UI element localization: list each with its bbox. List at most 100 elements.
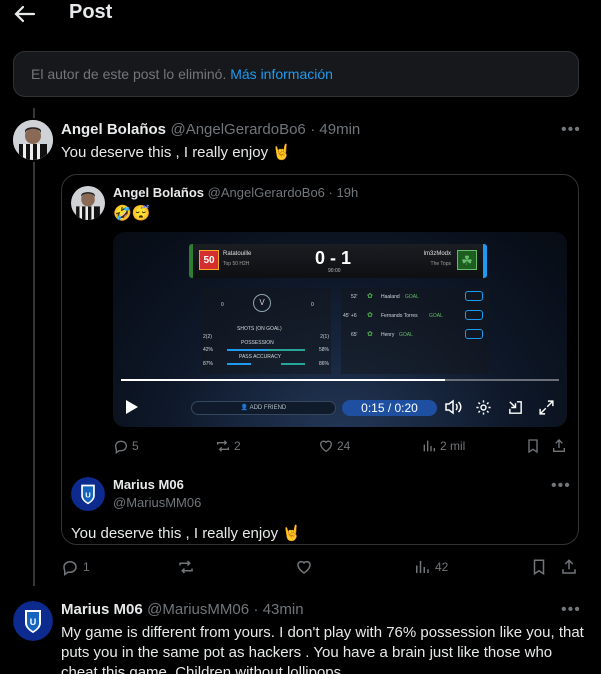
match-time: 90:00 xyxy=(328,268,341,274)
embedded-avatar[interactable]: U xyxy=(71,477,105,511)
goal-tag: GOAL xyxy=(429,313,443,319)
possession-away: 58% xyxy=(318,347,329,353)
home-team: Ratatouille xyxy=(223,251,252,257)
stats-label-possession: POSSESSION xyxy=(241,340,274,346)
svg-text:U: U xyxy=(30,617,37,627)
goal-minute: 52' xyxy=(351,294,358,300)
goal-player: Henry xyxy=(381,332,395,338)
bookmark-icon[interactable] xyxy=(525,438,541,454)
volume-icon[interactable] xyxy=(444,399,462,415)
pass-away: 86% xyxy=(318,361,329,367)
post-text: You deserve this , I really enjoy 🤘 xyxy=(61,144,291,161)
goal-player: Haaland xyxy=(381,294,400,300)
bottom-post-header: Marius M06 @MariusMM06 · 43min xyxy=(61,601,304,619)
bottom-author-handle[interactable]: @MariusMM06 xyxy=(147,601,249,618)
reply-count: 5 xyxy=(132,439,139,453)
reply-action-bar: 1 42 xyxy=(61,558,579,576)
embedded-more-options-icon[interactable]: ••• xyxy=(551,477,571,495)
video-progress-fill xyxy=(121,379,446,381)
quoted-author-handle[interactable]: @AngelGerardoBo6 xyxy=(208,185,325,200)
quoted-emojis: 🤣😴 xyxy=(113,205,151,222)
quoted-action-bar: 5 2 24 2 mil xyxy=(113,438,568,456)
clover-icon: ✿ xyxy=(367,312,373,319)
quoted-post-time[interactable]: · 19h xyxy=(329,185,359,200)
quoted-author-name[interactable]: Angel Bolaños xyxy=(113,185,204,200)
quoted-avatar[interactable] xyxy=(71,186,105,220)
thread-line-top xyxy=(33,108,35,118)
views-count: 42 xyxy=(435,560,449,574)
like-count: 24 xyxy=(337,439,351,453)
bottom-post-text: My game is different from yours. I don't… xyxy=(61,624,584,674)
video-player[interactable]: 50 Ratatouille Top 50 H2H 0 - 1 90:00 lm… xyxy=(113,232,567,427)
versus-icon: V xyxy=(253,294,271,312)
video-clip-icon xyxy=(465,310,483,320)
person-icon: 👤 xyxy=(240,405,249,411)
svg-text:U: U xyxy=(85,490,91,499)
clover-icon: ☘ xyxy=(457,250,477,270)
goal-minute: 45' +6 xyxy=(343,313,357,319)
bottom-avatar[interactable]: U xyxy=(13,601,53,641)
like-icon[interactable] xyxy=(318,438,334,454)
add-friend-label: ADD FRIEND xyxy=(249,405,287,411)
repost-count: 2 xyxy=(234,439,241,453)
thread-line xyxy=(33,162,35,586)
bookmark-icon[interactable] xyxy=(530,558,548,576)
author-handle[interactable]: @AngelGerardoBo6 xyxy=(170,121,305,138)
add-friend-button: 👤 ADD FRIEND xyxy=(191,401,336,415)
repost-icon[interactable] xyxy=(215,438,231,454)
bottom-post-time[interactable]: · 43min xyxy=(254,601,304,618)
repost-icon[interactable] xyxy=(177,558,195,576)
stats-label-shots: SHOTS (ON GOAL) xyxy=(237,326,282,332)
away-team: lm3zModx xyxy=(423,251,451,257)
back-arrow-icon[interactable] xyxy=(12,4,36,24)
play-icon[interactable] xyxy=(125,399,139,415)
share-icon[interactable] xyxy=(551,438,567,454)
goal-player: Fernando Torres xyxy=(381,313,418,319)
scoreboard: 50 Ratatouille Top 50 H2H 0 - 1 90:00 lm… xyxy=(189,244,487,278)
pass-bar-away xyxy=(281,363,305,365)
possession-home: 42% xyxy=(203,347,214,353)
match-stats-panel: 0 0 V SHOTS (ON GOAL) 2(2) 2(1) POSSESSI… xyxy=(201,288,331,374)
bottom-author-name[interactable]: Marius M06 xyxy=(61,601,143,618)
reply-count: 1 xyxy=(83,560,90,574)
bottom-more-options-icon[interactable]: ••• xyxy=(561,601,581,619)
like-icon[interactable] xyxy=(295,558,313,576)
possession-bar-home xyxy=(227,349,267,351)
embedded-author-handle[interactable]: @MariusMM06 xyxy=(113,495,201,510)
shots-home: 2(2) xyxy=(203,334,212,340)
reply-icon[interactable] xyxy=(113,438,129,454)
page-title: Post xyxy=(69,1,113,23)
more-info-link[interactable]: Más información xyxy=(230,66,333,82)
quoted-header: Angel Bolaños @AngelGerardoBo6 · 19h xyxy=(113,185,358,200)
views-icon[interactable] xyxy=(413,558,431,576)
settings-gear-icon[interactable] xyxy=(475,399,492,416)
possession-bar-away xyxy=(267,349,305,351)
stats-label-pass: PASS ACCURACY xyxy=(239,354,282,360)
post-time[interactable]: · 49min xyxy=(310,121,360,138)
shots-away: 2(1) xyxy=(320,334,329,340)
goal-tag: GOAL xyxy=(405,294,419,300)
goals-panel: 52' ✿ Haaland GOAL 45' +6 ✿ Fernando Tor… xyxy=(341,288,489,374)
author-name[interactable]: Angel Bolaños xyxy=(61,121,166,138)
embedded-post-text: You deserve this , I really enjoy 🤘 xyxy=(71,525,301,542)
video-time: 0:15 / 0:20 xyxy=(342,400,437,416)
video-clip-icon xyxy=(465,291,483,301)
video-clip-icon xyxy=(465,329,483,339)
embedded-author-name[interactable]: Marius M06 xyxy=(113,477,184,492)
fullscreen-icon[interactable] xyxy=(538,399,555,416)
home-sub: Top 50 H2H xyxy=(223,261,250,267)
reply-icon[interactable] xyxy=(61,558,79,576)
dock-icon[interactable] xyxy=(507,399,524,416)
views-count: 2 mil xyxy=(440,439,466,453)
home-rating-badge: 50 xyxy=(199,250,219,270)
deleted-post-notice: El autor de este post lo eliminó. Más in… xyxy=(13,51,579,97)
clover-icon: ✿ xyxy=(367,331,373,338)
avatar[interactable] xyxy=(13,120,53,160)
pass-home: 87% xyxy=(203,361,214,367)
more-options-icon[interactable]: ••• xyxy=(561,121,581,139)
views-icon[interactable] xyxy=(421,438,437,454)
clover-icon: ✿ xyxy=(367,293,373,300)
goal-minute: 65' xyxy=(351,332,358,338)
share-icon[interactable] xyxy=(560,558,578,576)
pass-bar-home xyxy=(227,363,251,365)
